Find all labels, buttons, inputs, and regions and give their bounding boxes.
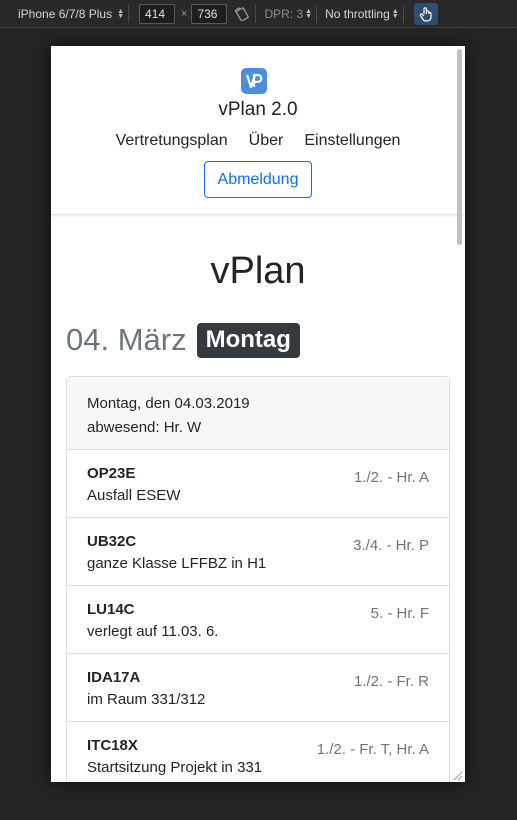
divider [316,4,318,23]
dpr-label: DPR: 3 [264,6,304,21]
substitution-card: Montag, den 04.03.2019 abwesend: Hr. W O… [66,376,450,782]
brand-name[interactable]: vPlan 2.0 [51,99,465,121]
dpr-select[interactable]: DPR: 3 ▲ ▼ [264,7,312,21]
times-sign: × [181,7,188,20]
height-input[interactable]: 736 [191,3,228,24]
nav-item-einstellungen[interactable]: Einstellungen [304,132,400,150]
nav-item-vertretungsplan[interactable]: Vertretungsplan [116,132,228,150]
entry-meta: 5. - Hr. F [370,605,429,622]
entry-meta: 1./2. - Fr. R [353,673,429,690]
updown-icon: ▲ ▼ [117,7,125,20]
divider [128,4,130,23]
entry-note: verlegt auf 11.03. 6. [87,623,219,640]
list-item: LU14C verlegt auf 11.03. 6. 5. - Hr. F [67,586,449,654]
entry-note: im Raum 331/312 [87,691,206,708]
list-item: ITC18X Startsitzung Projekt in 331 1./2.… [67,722,449,782]
entry-note: ganze Klasse LFFBZ in H1 [87,555,267,572]
date-heading: 04. März Montag [66,322,300,358]
width-input[interactable]: 414 [139,3,176,24]
site-header: vPlan 2.0 Vertretungsplan Über Einstellu… [51,46,465,215]
card-date-line: Montag, den 04.03.2019 [87,395,250,412]
list-item: OP23E Ausfall ESEW 1./2. - Hr. A [67,450,449,518]
entry-note: Startsitzung Projekt in 331 [87,759,263,776]
entry-meta: 3./4. - Hr. P [353,537,429,554]
updown-icon: ▲ ▼ [305,7,313,20]
page-title: vPlan [210,250,306,292]
main-nav: Vertretungsplan Über Einstellungen [51,132,465,150]
throttling-label: No throttling [325,6,390,21]
divider [255,4,257,23]
device-select[interactable]: iPhone 6/7/8 Plus ▲ ▼ [18,7,124,21]
entry-meta: 1./2. - Hr. A [353,469,429,486]
day-badge: Montag [196,322,300,358]
list-item: UB32C ganze Klasse LFFBZ in H1 3./4. - H… [67,518,449,586]
logout-button[interactable]: Abmeldung [204,161,312,198]
device-name: iPhone 6/7/8 Plus [18,6,113,21]
entry-meta: 1./2. - Fr. T, Hr. A [316,741,429,758]
throttling-select[interactable]: No throttling ▲ ▼ [325,7,399,21]
rotate-icon[interactable] [233,6,251,21]
entry-note: Ausfall ESEW [87,487,181,504]
vplan-logo-icon[interactable] [241,68,267,94]
touch-icon[interactable] [413,2,438,25]
date-text: 04. März [66,322,187,357]
resize-grip-icon[interactable] [451,768,463,781]
device-viewport: vPlan 2.0 Vertretungsplan Über Einstellu… [51,46,465,782]
list-item: IDA17A im Raum 331/312 1./2. - Fr. R [67,654,449,722]
updown-icon: ▲ ▼ [391,7,399,20]
absent-line: abwesend: Hr. W [87,419,202,436]
divider [402,4,404,23]
devtools-toolbar: iPhone 6/7/8 Plus ▲ ▼ 414 × 736 DPR: 3 ▲ ▼… [0,0,517,28]
card-header: Montag, den 04.03.2019 abwesend: Hr. W [67,377,449,450]
scrollbar[interactable] [457,49,462,245]
nav-item-ueber[interactable]: Über [249,132,284,150]
